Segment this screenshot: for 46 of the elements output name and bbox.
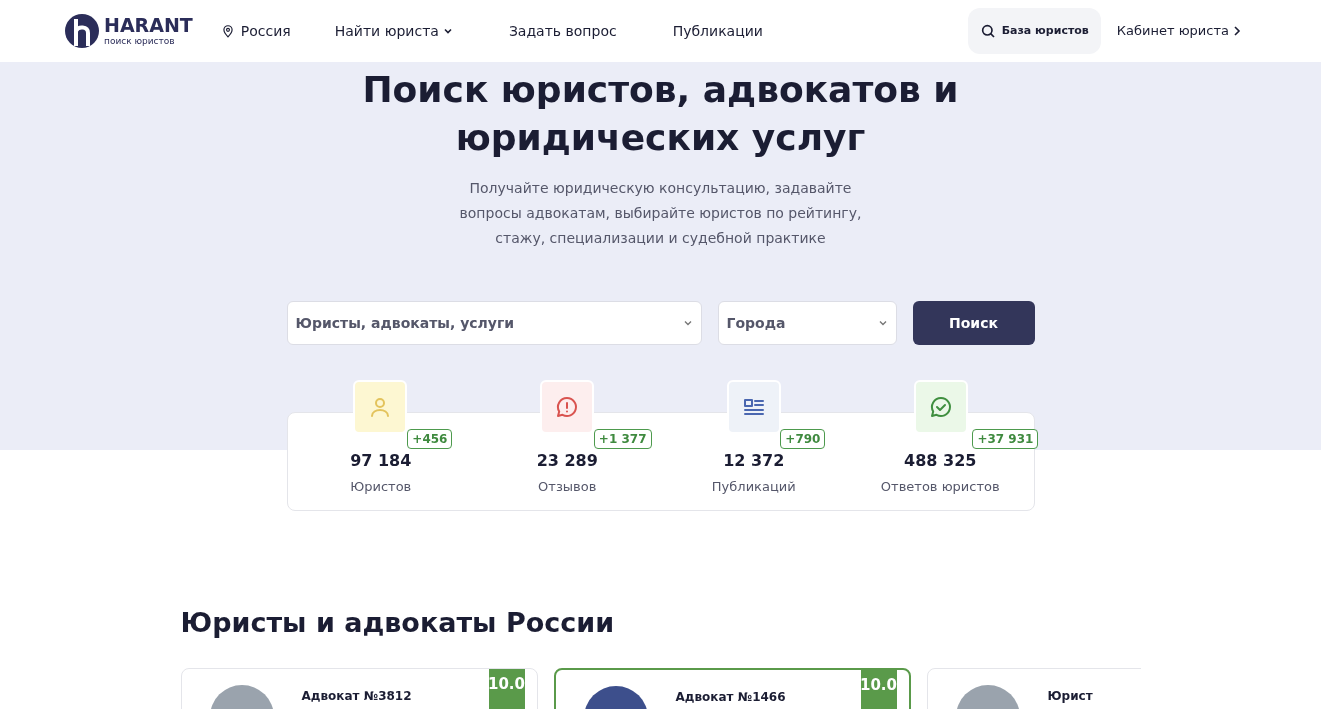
stat-label: Ответов юристов [880, 478, 1000, 496]
stat-label: Публикаций [711, 478, 796, 496]
lawyer-title: Юрист [1047, 687, 1094, 705]
nav-link[interactable]: Публикации [672, 20, 763, 42]
chevron-down-icon [682, 318, 693, 328]
hero-title: Поиск юристов, адвокатов и [362, 68, 959, 112]
lawyer-cabinet-link[interactable]: Кабинет юриста [1116, 21, 1241, 41]
chevron-down-icon [442, 26, 453, 36]
stat-value: 12 372 [723, 450, 785, 472]
stat-label: Юристов [350, 478, 412, 496]
lawyer-card[interactable]: Адвокат №3812 10.0 [180, 667, 538, 709]
lawyer-database-button[interactable]: База юристов [967, 8, 1101, 54]
hero-subtitle: стажу, специализации и судебной практике [495, 229, 826, 248]
stat-value: 488 325 [904, 450, 977, 472]
hero-title: юридических услуг [455, 116, 866, 160]
logo-tagline: поиск юристов [104, 37, 176, 46]
search-button[interactable]: Поиск [912, 301, 1035, 345]
hero-subtitle: Получайте юридическую консультацию, задавайте [469, 179, 852, 198]
stat-delta-badge: +456 [407, 429, 453, 449]
logo-icon [64, 13, 100, 49]
nav-link[interactable]: Задать вопрос [508, 20, 617, 42]
chevron-right-icon [1233, 26, 1241, 36]
stat-delta-badge: +37 931 [972, 429, 1039, 449]
query-field[interactable]: Юристы, адвокаты, услуги [295, 312, 683, 334]
city-field[interactable]: Города [726, 312, 878, 334]
hero-subtitle: вопросы адвокатам, выбирайте юристов по рейтингу, [459, 204, 862, 223]
query-select[interactable]: Юристы, адвокаты, услуги [286, 301, 702, 345]
location-pin-icon [220, 24, 235, 38]
stat-delta-badge: +1 377 [593, 429, 652, 449]
rating-ribbon: 10.0 [860, 669, 897, 709]
section-title: Юристы и адвокаты России [180, 606, 616, 640]
chevron-down-icon [877, 318, 888, 328]
region-link[interactable]: Россия [240, 20, 291, 42]
logo-name: HARANT [104, 16, 193, 35]
lawyer-title: Адвокат №1466 [675, 688, 787, 706]
city-select[interactable]: Города [717, 301, 897, 345]
nav-link[interactable]: Найти юриста [334, 20, 453, 42]
stat-value: 97 184 [350, 450, 412, 472]
stat-value: 23 289 [536, 450, 598, 472]
stat-label: Отзывов [538, 478, 597, 496]
stat-delta-badge: +790 [780, 429, 826, 449]
lawyer-card[interactable]: Адвокат №1466 10.0 [553, 667, 911, 709]
lawyer-title: Адвокат №3812 [301, 687, 413, 705]
lawyer-card[interactable]: Юрист [926, 667, 1141, 709]
rating-ribbon: 10.0 [488, 668, 525, 709]
search-icon [979, 23, 996, 39]
